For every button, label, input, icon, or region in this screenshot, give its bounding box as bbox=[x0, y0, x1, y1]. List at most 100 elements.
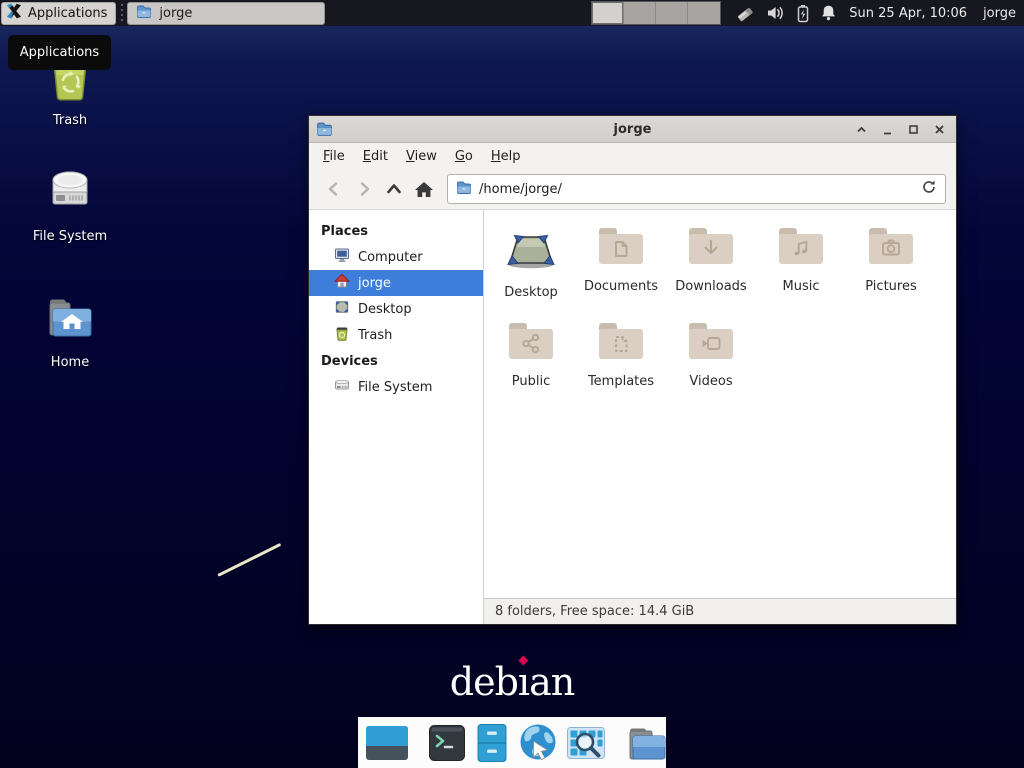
file-item-music-label: Music bbox=[783, 279, 820, 294]
desktop-icon-filesystem[interactable]: File System bbox=[8, 166, 132, 244]
file-item-downloads[interactable]: Downloads bbox=[666, 220, 756, 315]
home-button[interactable] bbox=[409, 174, 439, 204]
file-item-pictures-label: Pictures bbox=[865, 279, 916, 294]
desktop-icon-trash-label: Trash bbox=[53, 113, 87, 128]
back-button[interactable] bbox=[319, 174, 349, 204]
desktop-icon-filesystem-label: File System bbox=[33, 229, 107, 244]
up-button[interactable] bbox=[379, 174, 409, 204]
desktop-icon-home-label: Home bbox=[51, 355, 89, 370]
sidebar-item-home-jorge[interactable]: jorge bbox=[309, 270, 483, 296]
file-item-videos[interactable]: Videos bbox=[666, 315, 756, 410]
menu-file[interactable]: File bbox=[315, 146, 353, 167]
workspace-3[interactable] bbox=[656, 2, 688, 24]
workspace-2[interactable] bbox=[624, 2, 656, 24]
file-view-pane: Desktop Documents bbox=[484, 210, 956, 624]
file-manager-window: jorge File Edit View Go Help bbox=[308, 115, 957, 625]
sidebar-item-desktop[interactable]: Desktop bbox=[309, 296, 483, 322]
toolbar bbox=[309, 169, 956, 210]
file-item-documents-label: Documents bbox=[584, 279, 658, 294]
bottom-dock bbox=[358, 717, 666, 768]
desktop-pad-icon bbox=[334, 299, 350, 319]
web-browser-globe-icon bbox=[517, 722, 559, 764]
window-title: jorge bbox=[614, 122, 652, 137]
menubar: File Edit View Go Help bbox=[309, 143, 956, 169]
maximize-window-button[interactable] bbox=[907, 123, 920, 136]
file-item-videos-label: Videos bbox=[689, 374, 732, 389]
sidebar-item-filesystem-label: File System bbox=[358, 380, 432, 395]
applications-tooltip: Applications bbox=[8, 35, 111, 70]
top-panel: Applications jorge bbox=[0, 0, 1024, 26]
forward-button[interactable] bbox=[349, 174, 379, 204]
debian-logo-post: an bbox=[529, 660, 574, 704]
xfce-applications-icon bbox=[5, 2, 23, 24]
file-item-templates-label: Templates bbox=[588, 374, 654, 389]
public-folder-icon bbox=[507, 320, 555, 366]
file-cabinet-launcher[interactable] bbox=[473, 723, 511, 763]
music-folder-icon bbox=[777, 225, 825, 271]
desktop-icon-home[interactable]: Home bbox=[8, 294, 132, 370]
file-item-pictures[interactable]: Pictures bbox=[846, 220, 936, 315]
panel-clock[interactable]: Sun 25 Apr, 10:06 bbox=[849, 6, 967, 21]
menu-help[interactable]: Help bbox=[483, 146, 529, 167]
sidebar-item-computer-label: Computer bbox=[358, 250, 423, 265]
dock-folder-icon bbox=[625, 723, 669, 763]
file-item-documents[interactable]: Documents bbox=[576, 220, 666, 315]
panel-username[interactable]: jorge bbox=[983, 6, 1016, 21]
house-icon bbox=[334, 273, 350, 293]
hard-drive-icon bbox=[43, 166, 97, 222]
menu-go[interactable]: Go bbox=[447, 146, 481, 167]
workspace-4[interactable] bbox=[688, 2, 720, 24]
file-item-templates[interactable]: Templates bbox=[576, 315, 666, 410]
reload-button[interactable] bbox=[921, 179, 937, 199]
application-finder-launcher[interactable] bbox=[565, 723, 607, 763]
file-item-music[interactable]: Music bbox=[756, 220, 846, 315]
window-content: Places Computer bbox=[309, 210, 956, 624]
sidebar-item-home-label: jorge bbox=[358, 276, 391, 291]
window-controls bbox=[855, 116, 946, 143]
input-device-tray-icon[interactable] bbox=[735, 3, 757, 23]
sidebar-item-trash[interactable]: Trash bbox=[309, 322, 483, 348]
folder-icon bbox=[136, 4, 152, 23]
notification-bell-tray-icon[interactable] bbox=[820, 4, 837, 22]
battery-tray-icon[interactable] bbox=[795, 4, 811, 23]
location-input[interactable] bbox=[479, 182, 914, 197]
drive-small-icon bbox=[334, 377, 350, 397]
workspace-1[interactable] bbox=[592, 2, 624, 24]
folder-launcher[interactable] bbox=[625, 723, 669, 763]
videos-folder-icon bbox=[687, 320, 735, 366]
file-item-downloads-label: Downloads bbox=[675, 279, 746, 294]
file-item-desktop[interactable]: Desktop bbox=[486, 220, 576, 315]
places-header: Places bbox=[309, 218, 483, 244]
file-item-public[interactable]: Public bbox=[486, 315, 576, 410]
menu-view[interactable]: View bbox=[398, 146, 445, 167]
taskbar-window-label: jorge bbox=[159, 6, 192, 21]
sidebar-item-desktop-label: Desktop bbox=[358, 302, 412, 317]
computer-icon bbox=[334, 247, 350, 267]
location-bar[interactable] bbox=[447, 174, 946, 204]
places-sidebar: Places Computer bbox=[309, 210, 484, 624]
location-folder-icon bbox=[456, 180, 472, 199]
minimize-window-button[interactable] bbox=[881, 123, 894, 136]
sidebar-item-computer[interactable]: Computer bbox=[309, 244, 483, 270]
show-desktop-launcher[interactable] bbox=[365, 723, 409, 763]
applications-menu-button[interactable]: Applications bbox=[1, 2, 116, 25]
debian-logo-i: ı bbox=[518, 660, 529, 704]
desktop-trapezoid-icon bbox=[505, 225, 557, 277]
window-folder-icon bbox=[316, 121, 333, 141]
sidebar-item-filesystem[interactable]: File System bbox=[309, 374, 483, 400]
shade-window-button[interactable] bbox=[855, 123, 868, 136]
panel-separator-handle bbox=[118, 4, 125, 22]
debian-logo-pre: deb bbox=[450, 660, 518, 704]
window-titlebar[interactable]: jorge bbox=[309, 116, 956, 143]
close-window-button[interactable] bbox=[933, 123, 946, 136]
documents-folder-icon bbox=[597, 225, 645, 271]
pictures-folder-icon bbox=[867, 225, 915, 271]
terminal-icon bbox=[427, 723, 467, 763]
taskbar-window-button[interactable]: jorge bbox=[127, 2, 325, 25]
terminal-launcher[interactable] bbox=[427, 723, 467, 763]
web-browser-launcher[interactable] bbox=[517, 722, 559, 764]
volume-tray-icon[interactable] bbox=[766, 4, 786, 22]
file-item-public-label: Public bbox=[512, 374, 550, 389]
file-grid[interactable]: Desktop Documents bbox=[484, 210, 956, 598]
menu-edit[interactable]: Edit bbox=[355, 146, 396, 167]
